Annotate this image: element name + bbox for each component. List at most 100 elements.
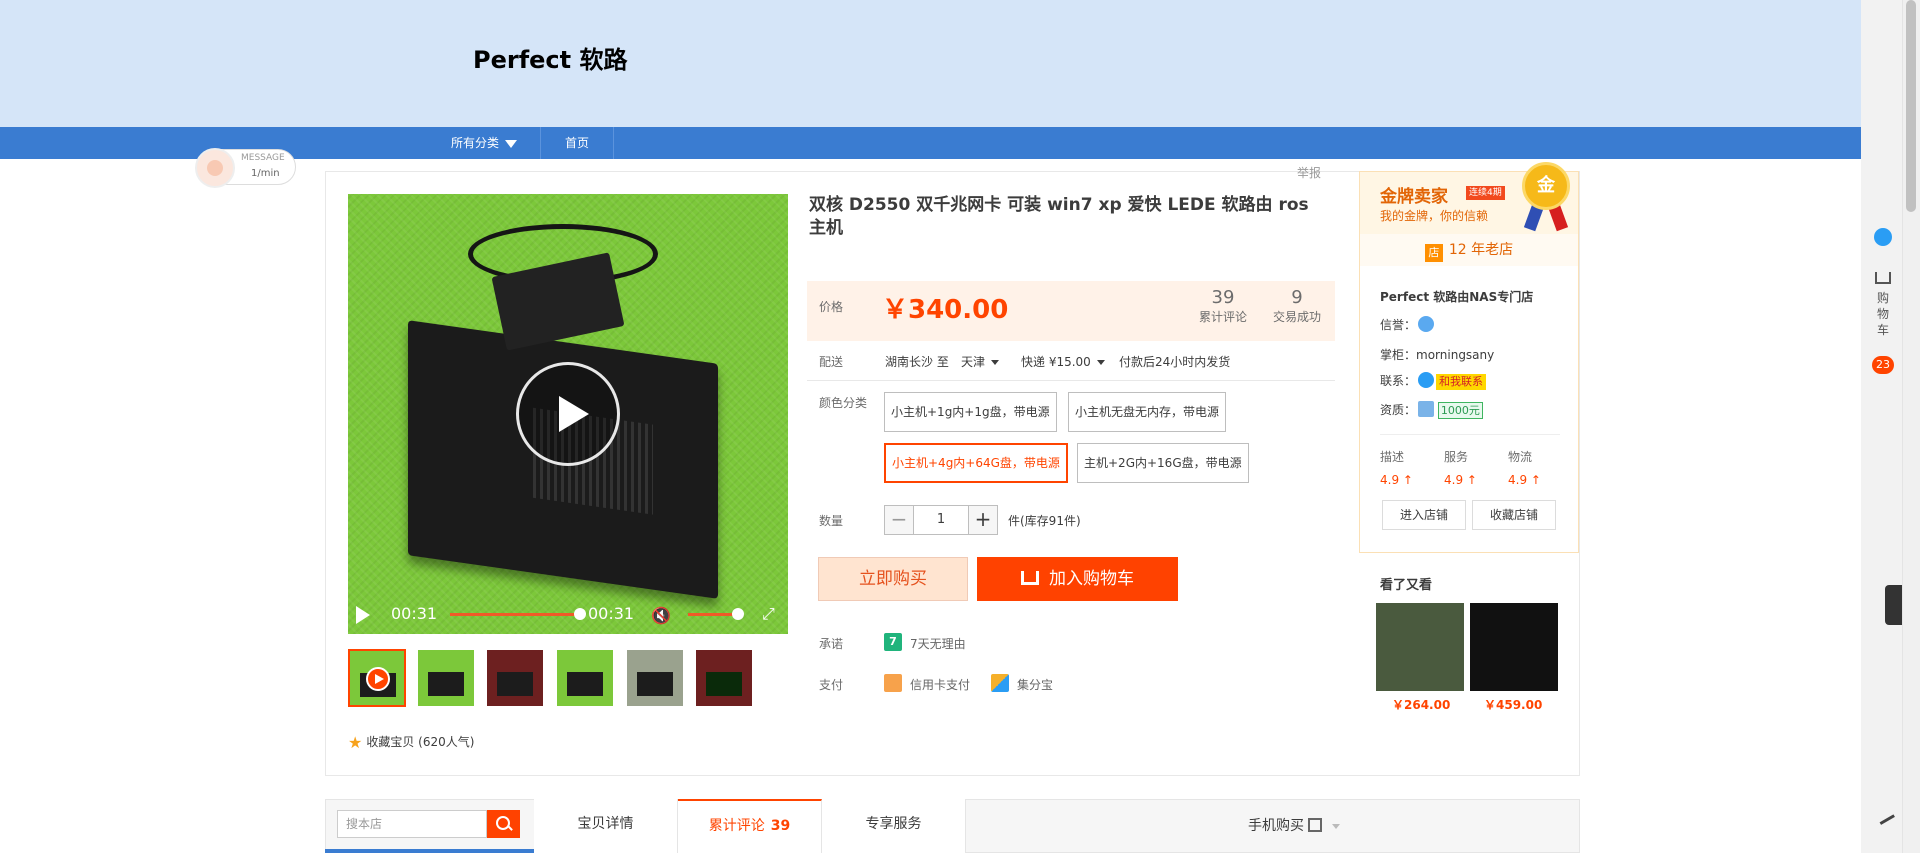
shop-header: Perfect 软路 [0,0,1861,127]
video-progress-bar[interactable] [450,613,580,616]
contact-seller-button[interactable]: 和我联系 [1436,374,1487,390]
credit-card-pay[interactable]: 信用卡支付 [910,676,970,693]
add-to-cart-button[interactable]: 加入购物车 [977,557,1178,601]
payment-label: 支付 [819,678,844,692]
report-link[interactable]: 举报 [1297,164,1321,181]
contact-row: 联系： 和我联系 [1380,372,1487,390]
tab-reviews[interactable]: 累计评论 39 [678,799,822,853]
cart-count-badge: 23 [1872,356,1894,374]
play-icon[interactable] [516,362,620,466]
ship-time: 付款后24小时内发货 [1119,355,1231,369]
score-description: 描述 4.9 ↑ [1380,450,1413,487]
caret-down-icon [1332,823,1340,829]
owner-label: 掌柜： [1380,348,1417,362]
volume-slider[interactable] [688,613,736,616]
tab-reviews-count: 39 [770,818,791,834]
delivery-row: 配送 湖南长沙 至 天津 快递 ¥15.00 付款后24小时内发货 [807,341,1335,381]
video-progress-handle[interactable] [574,608,586,620]
play-button[interactable] [356,606,370,624]
quantity-input[interactable]: 1 [914,505,968,535]
product-video[interactable]: 00:31 00:31 🔇 ⤢ [348,194,788,634]
chat-icon[interactable] [1874,228,1892,246]
nav-home[interactable]: 首页 [565,127,589,159]
message-label: MESSAGE [241,153,285,163]
thumbnail-image[interactable] [696,650,752,706]
star-icon: ★ [348,733,363,752]
deposit-badge[interactable]: 1000元 [1437,402,1483,419]
mobile-buy-label: 手机购买 [1248,818,1304,834]
score-logistics: 物流 4.9 ↑ [1508,450,1541,487]
search-icon[interactable] [487,810,520,838]
delivery-destination-select[interactable]: 天津 [961,353,1000,370]
credit-card-icon [884,674,902,692]
contact-label: 联系： [1380,374,1417,388]
nav-all-categories-label: 所有分类 [451,136,500,150]
price-label: 价格 [819,300,844,314]
reviews-stat[interactable]: 39 累计评论 [1199,287,1247,325]
sku-option[interactable]: 主机+2G内+16G盘，带电源 [1077,443,1249,483]
cart-shortcut[interactable]: 购物车 [1874,272,1892,338]
also-viewed-image[interactable] [1470,603,1558,691]
favorite-item[interactable]: ★ 收藏宝贝 (620人气) [348,733,474,752]
sku-option-selected[interactable]: 小主机+4g内+64G盘，带电源 [884,443,1068,483]
stock-text: 件(库存91件) [1008,514,1081,528]
product-title: 双核 D2550 双千兆网卡 可装 win7 xp 爱快 LEDE 软路由 ro… [809,195,1309,238]
qr-code-icon [1308,818,1322,832]
message-rate: 1/min [251,168,280,179]
delivery-from: 湖南长沙 至 [885,355,949,369]
favorite-shop-button[interactable]: 收藏店铺 [1472,500,1556,530]
also-viewed-image[interactable] [1376,603,1464,691]
thumbnail-image[interactable] [418,650,474,706]
also-viewed-price[interactable]: ￥459.00 [1484,696,1542,713]
mobile-buy-dropdown[interactable]: 手机购买 [1248,815,1340,835]
fullscreen-icon[interactable]: ⤢ [762,604,775,624]
message-badge[interactable]: MESSAGE 1/min [195,148,296,188]
favorite-label: 收藏宝贝 (620人气) [366,735,475,749]
also-viewed-price[interactable]: ￥264.00 [1392,696,1450,713]
seller-panel: 金牌卖家 连续4期 我的金牌，你的信赖 金 店 12 年老店 Perfect 软路… [1359,162,1579,553]
shop-title[interactable]: Perfect 软路 [473,40,627,75]
caret-down-icon [1096,360,1105,365]
tab-item-details[interactable]: 宝贝详情 [534,799,678,853]
shop-search-input[interactable]: 搜本店 [337,810,487,838]
deals-count: 9 [1291,287,1303,308]
mute-icon[interactable]: 🔇 [651,606,671,625]
sku-option[interactable]: 小主机无盘无内存，带电源 [1068,392,1227,432]
volume-handle[interactable] [732,608,744,620]
divider [1380,434,1560,435]
owner-name[interactable]: morningsany [1416,348,1494,362]
tab-reviews-label: 累计评论 [708,818,765,834]
quantity-decrease-button[interactable]: − [884,505,914,535]
thumbnail-video[interactable] [348,649,406,707]
scrollbar-thumb[interactable] [1906,0,1916,212]
jifenbao-pay[interactable]: 集分宝 [1017,676,1053,693]
buy-now-button[interactable]: 立即购买 [818,557,968,601]
quantity-label: 数量 [819,514,844,528]
qualification-row: 资质： 1000元 [1380,401,1483,419]
nav-all-categories[interactable]: 所有分类 [451,127,518,159]
deals-label: 交易成功 [1273,310,1322,324]
cart-icon [1875,272,1891,284]
thumbnail-image[interactable] [487,650,543,706]
shop-age-label: 12 年老店 [1448,242,1514,258]
sku-option[interactable]: 小主机+1g内+1g盘，带电源 [884,392,1057,432]
shipping-select[interactable]: 快递 ¥15.00 [1021,353,1105,370]
quantity-increase-button[interactable]: + [968,505,998,535]
thumbnail-image[interactable] [557,650,613,706]
promise-label: 承诺 [819,637,844,651]
feedback-tab[interactable] [1885,585,1902,625]
caret-down-icon [991,360,1000,365]
also-viewed-title: 看了又看 [1380,578,1433,593]
right-toolbar [1861,0,1902,853]
price-box: 价格 ￥340.00 39 累计评论 9 交易成功 [807,281,1335,341]
gold-seller-subtitle: 我的金牌，你的信赖 [1380,209,1489,223]
enter-shop-button[interactable]: 进入店铺 [1382,500,1466,530]
owner-row: 掌柜：morningsany [1380,346,1494,363]
shop-name[interactable]: Perfect 软路由NAS专门店 [1380,288,1533,305]
tab-exclusive-service[interactable]: 专享服务 [822,799,966,853]
promise-text[interactable]: 7天无理由 [910,635,966,652]
qualification-label: 资质： [1380,403,1417,417]
play-icon [366,667,390,691]
thumbnail-image[interactable] [627,650,683,706]
video-controls: 00:31 00:31 🔇 ⤢ [348,594,788,634]
